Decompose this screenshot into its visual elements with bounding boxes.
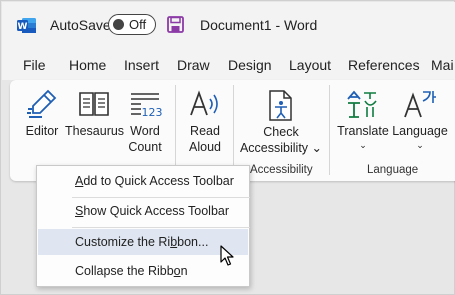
editor-button[interactable]: Editor [19,87,65,157]
menu-item-add-to-quick-access-toolbar[interactable]: Add to Quick Access Toolbar [38,168,248,194]
access-key: A [75,174,84,188]
thesaurus-label: Thesaurus [65,124,125,138]
toggle-state-label: Off [129,17,147,32]
title-bar: W AutoSave Off Document1 - Word [2,2,455,48]
read-aloud-icon [190,90,218,116]
chevron-down-icon: ⌄ [311,141,323,155]
toggle-knob [113,18,124,30]
language-group-label: Language [367,164,419,176]
access-key: S [75,204,84,218]
translate-icon [347,90,377,118]
menu-item-customize-the-ribbon[interactable]: Customize the Ribbon... [38,229,248,255]
mouse-cursor-icon [220,245,234,266]
group-separator [233,85,234,175]
access-key: o [173,264,181,278]
count-icon-text: 123 [142,106,163,119]
ribbon-tabs: File Home Insert Draw Design Layout Refe… [2,48,455,80]
menu-item-label: Customize the Ribbon... [75,235,209,249]
tab-mailings[interactable]: Mai [431,57,454,73]
read-aloud-label-line1: Read [190,124,220,138]
language-icon [404,91,436,118]
language-button[interactable]: Language ⌄ [391,87,449,157]
document-title: Document1 - Word [200,17,318,33]
menu-item-label: Show Quick Access Toolbar [75,204,230,218]
translate-button[interactable]: Translate ⌄ [335,87,391,157]
autosave-label: AutoSave [50,17,111,33]
ribbon-context-menu: Add to Quick Access Toolbar Show Quick A… [36,165,250,287]
tab-insert[interactable]: Insert [124,57,159,73]
word-count-label-line2: Count [128,140,162,154]
tab-references[interactable]: References [348,57,420,73]
word-count-button[interactable]: 123 Word Count [123,87,167,157]
word-app-icon: W [17,18,36,33]
read-aloud-label-line2: Aloud [189,140,221,154]
menu-item-label: Collapse the Ribbon [75,264,188,278]
check-accessibility-label-line1: Check [263,125,299,139]
menu-item-collapse-the-ribbon[interactable]: Collapse the Ribbon [38,258,248,284]
chevron-down-icon: ⌄ [359,140,367,150]
thesaurus-button[interactable]: Thesaurus [65,87,125,157]
autosave-toggle[interactable]: Off [108,14,156,35]
tab-home[interactable]: Home [69,57,106,73]
word-count-icon: 123 [131,93,163,119]
tab-file[interactable]: File [23,57,46,73]
group-separator [175,85,176,175]
tab-layout[interactable]: Layout [289,57,331,73]
app-window: W AutoSave Off Document1 - Word File Hom… [0,0,455,295]
save-icon[interactable] [167,16,184,33]
svg-text:W: W [18,22,28,32]
editor-label: Editor [25,124,59,138]
read-aloud-button[interactable]: Read Aloud [182,87,228,157]
editor-pen-icon [27,89,57,118]
tab-draw[interactable]: Draw [177,57,210,73]
check-accessibility-label-line2: Accessibility ⌄ [239,141,323,155]
menu-separator [72,227,250,228]
chevron-down-icon: ⌄ [416,140,424,150]
menu-item-show-quick-access-toolbar[interactable]: Show Quick Access Toolbar [38,198,248,224]
accessibility-group-label: Accessibility [250,164,313,176]
book-icon [79,92,109,116]
access-key: b [170,235,178,249]
accessibility-checker-icon [269,90,292,121]
check-accessibility-button[interactable]: Check Accessibility ⌄ [238,87,324,159]
menu-item-label: Add to Quick Access Toolbar [75,174,234,188]
tab-design[interactable]: Design [228,57,272,73]
word-count-label-line1: Word [130,124,160,138]
group-separator [329,85,330,175]
